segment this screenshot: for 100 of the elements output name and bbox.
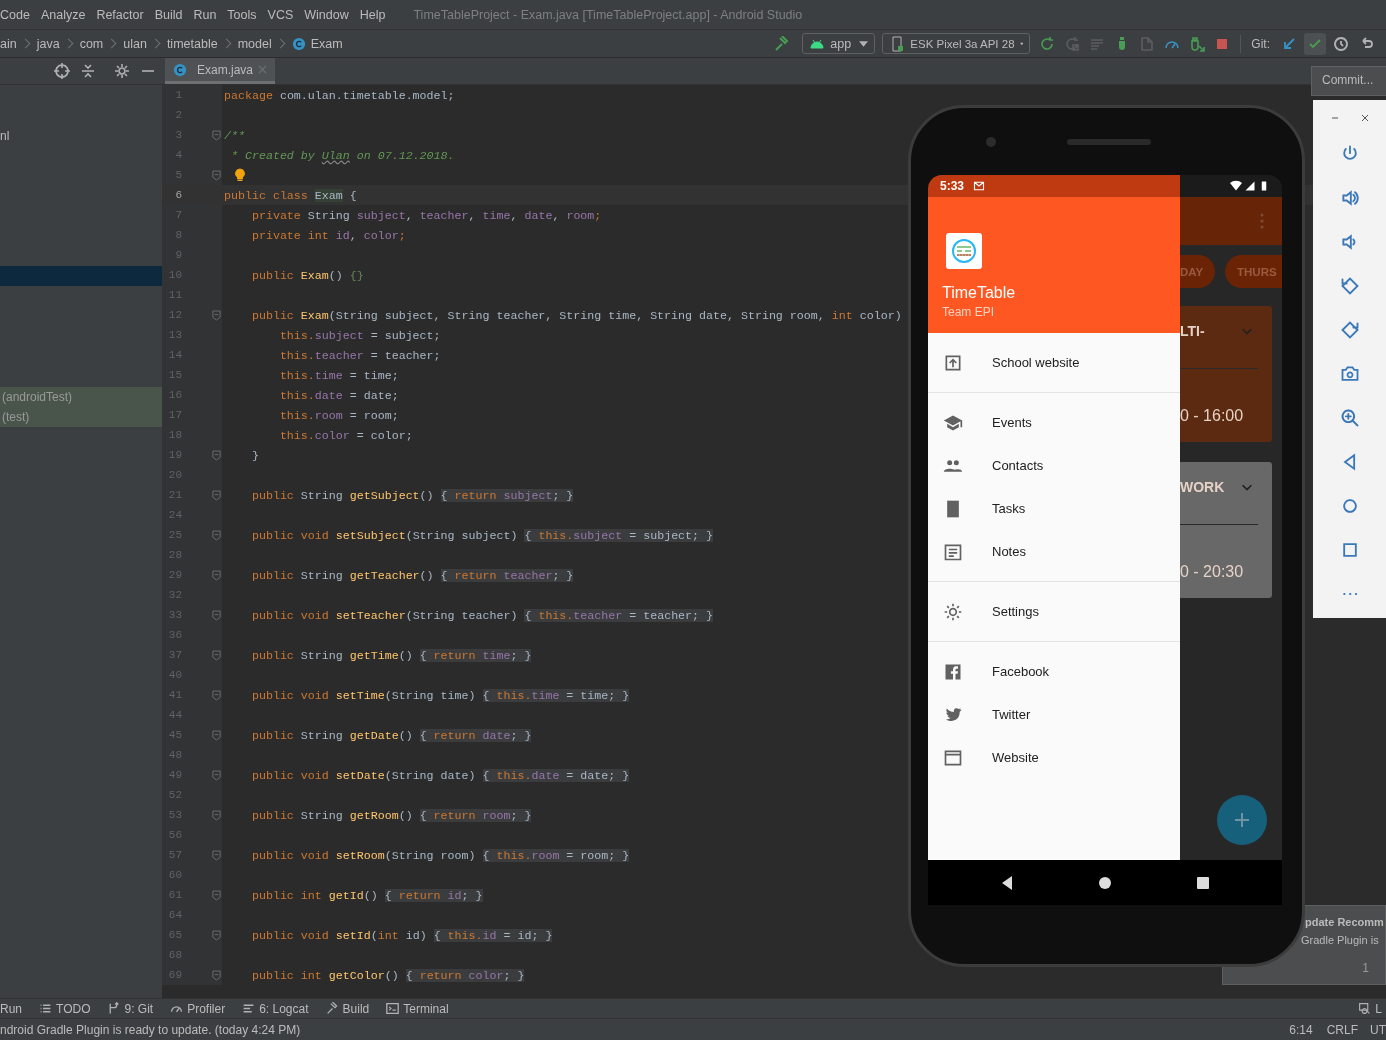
menu-item[interactable]: Refactor [96,7,144,22]
check-button[interactable] [1304,32,1326,55]
mail-icon [973,180,986,192]
hammer-icon[interactable] [774,35,791,52]
fold-icon[interactable] [212,569,221,581]
overview-icon[interactable] [1195,874,1211,891]
zoom-icon[interactable] [1339,408,1360,428]
schedule-card[interactable]: WORK 0 - 20:30 [1180,462,1272,598]
line-number: 6 [174,189,182,201]
fold-icon[interactable] [212,609,221,621]
drawer-item[interactable]: Facebook [928,650,1180,693]
fold-icon[interactable] [212,309,221,321]
code-line: public void setSubject(String subject) { this.subject = subject; } [250,528,714,542]
breadcrumb[interactable]: model [237,36,272,51]
window-title: TimeTableProject - Exam.java [TimeTableProject.app] - Android Studio [413,7,803,22]
crosshair-icon[interactable] [54,63,70,79]
tree-row[interactable]: (androidTest) [0,387,162,407]
code-line: public int getId() { return id; } [250,888,483,902]
menu-item[interactable]: Tools [227,7,257,22]
breadcrumb[interactable]: Exam [310,36,343,51]
menu-item[interactable]: Analyze [40,7,86,22]
settings-icon[interactable] [114,63,130,79]
git-label: Git: [1251,36,1270,51]
code-line: this.teacher = teacher; [278,348,441,362]
drawer-item[interactable]: School website [928,341,1180,384]
drawer-item[interactable]: Contacts [928,444,1180,487]
tool-window-button[interactable]: 9: Git [107,1001,154,1016]
fold-icon[interactable] [212,929,221,941]
menu-item[interactable]: Build [154,7,183,22]
line-separator[interactable]: CRLF [1326,1022,1358,1037]
fold-icon[interactable] [212,449,221,461]
tool-window-button[interactable]: Build [325,1001,370,1016]
drawer-item[interactable]: Tasks [928,487,1180,530]
fold-icon[interactable] [212,849,221,861]
menu-item[interactable]: Window [304,7,349,22]
drawer-item[interactable]: Notes [928,530,1180,573]
fold-icon[interactable] [212,889,221,901]
menu-item[interactable]: Run [193,7,217,22]
menu-item[interactable]: Help [359,7,386,22]
fold-icon[interactable] [212,169,221,181]
tool-window-button[interactable]: Profiler [170,1001,226,1016]
breadcrumb[interactable]: ain [0,36,17,51]
code-line: public String getTeacher() { return teacher; } [250,568,574,582]
code-line: public int getColor() { return color; } [250,968,525,982]
branch-icon [107,1002,121,1015]
camera-icon[interactable] [1339,364,1360,384]
home-icon[interactable] [1097,874,1113,891]
tool-window-button[interactable]: TODO [39,1001,91,1016]
bug-arrow-icon[interactable] [1189,35,1206,52]
overflow-menu-icon[interactable] [1260,213,1264,229]
code-line: public void setDate(String date) { this.date = date; } [250,768,630,782]
file-encoding[interactable]: UT [1370,1022,1386,1037]
fold-icon[interactable] [212,809,221,821]
notification-count: 1 [1362,961,1369,975]
add-fab[interactable] [1217,795,1267,845]
breadcrumb[interactable]: ulan [123,36,147,51]
rerun-icon[interactable] [1039,35,1056,52]
speaker-slot-icon [1067,138,1151,145]
device-dropdown[interactable]: ESK Pixel 3a API 28 [882,33,1031,54]
tool-window-button[interactable]: Run [0,1001,22,1016]
menu-item[interactable]: Code [0,7,30,22]
fold-icon[interactable] [212,129,221,141]
tool-window-button[interactable]: 6: Logcat [242,1001,309,1016]
breadcrumb[interactable]: java [36,36,60,51]
collapse-icon[interactable] [80,63,96,79]
tree-row[interactable]: nl [0,126,162,146]
fold-icon[interactable] [212,489,221,501]
fold-icon[interactable] [212,769,221,781]
drawer-item[interactable]: Website [928,736,1180,779]
menu-item[interactable]: VCS [267,7,294,22]
caret-position[interactable]: 6:14 [1289,1022,1313,1037]
breadcrumb[interactable]: com [79,36,104,51]
card-title: WORK [1180,479,1225,495]
code-line: } [250,448,259,462]
code-line: this.subject = subject; [278,328,441,342]
run-config-dropdown[interactable]: app [802,33,876,54]
status-message: ndroid Gradle Plugin is ready to update. (today 4:24 PM) [0,1022,301,1037]
drawer-item[interactable]: Twitter [928,693,1180,736]
fold-icon[interactable] [212,969,221,981]
code-line: this.room = room; [278,408,399,422]
code-line: public void setTeacher(String teacher) { this.teacher = teacher; } [250,608,714,622]
status-time: 5:33 [940,179,965,193]
lightbulb-icon[interactable] [234,168,246,182]
code-line: public void setRoom(String room) { this.room = room; } [250,848,630,862]
fold-icon[interactable] [212,529,221,541]
rotate-right-icon[interactable] [1339,320,1360,340]
drawer-item[interactable]: Settings [928,590,1180,633]
fold-icon[interactable] [212,729,221,741]
volume-up-icon[interactable] [1339,188,1360,208]
fold-icon[interactable] [212,649,221,661]
editor-tab[interactable]: Exam.java [165,58,276,84]
schedule-card[interactable]: LTI- 0 - 16:00 [1180,306,1272,442]
code-line: /** [223,128,245,142]
rotate-left-icon[interactable] [1339,276,1360,296]
tool-window-button[interactable]: Terminal [386,1001,449,1016]
event-log-button[interactable]: L [1358,1001,1382,1016]
app-subtitle: Team EPI [942,305,996,319]
fold-icon[interactable] [212,689,221,701]
drawer-item[interactable]: Events [928,401,1180,444]
breadcrumb[interactable]: timetable [166,36,218,51]
